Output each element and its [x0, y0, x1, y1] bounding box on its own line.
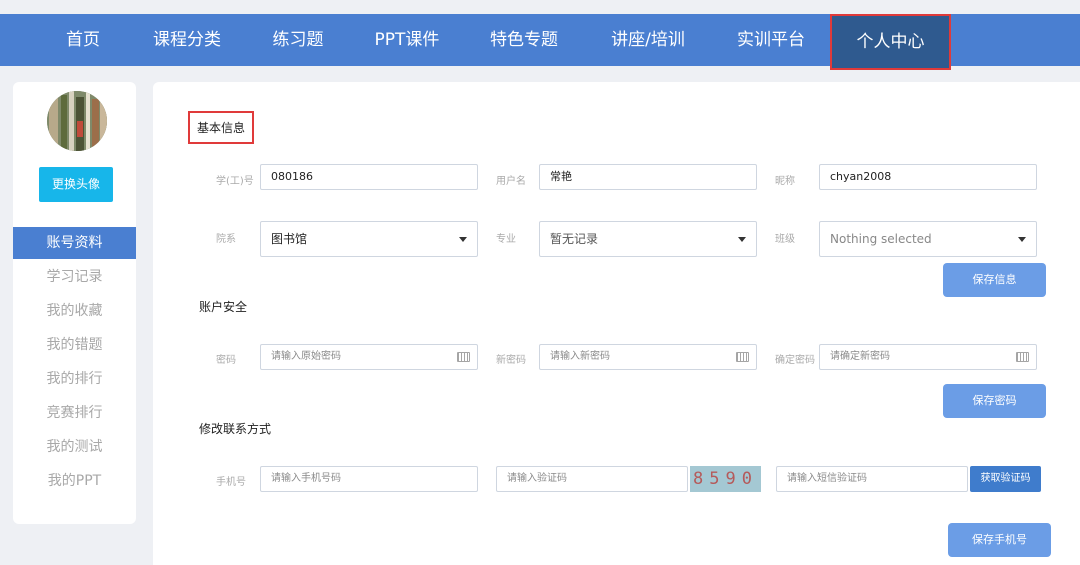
save-phone-button[interactable]: 保存手机号 [948, 523, 1051, 557]
major-select[interactable]: 暂无记录 [539, 221, 757, 257]
nav-item-lectures[interactable]: 讲座/培训 [600, 14, 696, 66]
password-placeholder: 请输入原始密码 [271, 351, 341, 362]
sidebar-item-my-ppt[interactable]: 我的PPT [13, 465, 136, 497]
sidebar-item-favorites[interactable]: 我的收藏 [13, 295, 136, 327]
section-title-basic-info: 基本信息 [188, 111, 255, 144]
confirm-password-placeholder: 请确定新密码 [830, 351, 890, 362]
chevron-down-icon [738, 237, 746, 242]
confirm-password-label: 确定密码 [775, 355, 815, 366]
keyboard-icon [457, 352, 470, 362]
nav-item-ppt[interactable]: PPT课件 [367, 14, 447, 66]
phone-label: 手机号 [216, 477, 246, 488]
section-title-security: 账户安全 [199, 300, 248, 314]
nav-item-course-categories[interactable]: 课程分类 [146, 14, 228, 66]
student-id-field[interactable]: 080186 [260, 164, 478, 190]
new-password-input[interactable]: 请输入新密码 [539, 344, 757, 370]
sms-code-input[interactable]: 请输入短信验证码 [776, 466, 968, 492]
nav-item-home[interactable]: 首页 [54, 14, 112, 66]
nav-item-special-topics[interactable]: 特色专题 [482, 14, 566, 66]
department-value: 图书馆 [271, 232, 308, 246]
class-select[interactable]: Nothing selected [819, 221, 1037, 257]
top-nav: 首页 课程分类 练习题 PPT课件 特色专题 讲座/培训 实训平台 个人中心 [0, 14, 1080, 70]
save-password-button[interactable]: 保存密码 [943, 384, 1046, 418]
sidebar-item-wrong-questions[interactable]: 我的错题 [13, 329, 136, 361]
save-info-button[interactable]: 保存信息 [943, 263, 1046, 297]
keyboard-icon [1016, 352, 1029, 362]
top-strip [0, 0, 1080, 14]
sidebar: 更换头像 账号资料 学习记录 我的收藏 我的错题 我的排行 竞赛排行 我的测试 … [13, 82, 136, 524]
confirm-password-input[interactable]: 请确定新密码 [819, 344, 1037, 370]
change-avatar-button[interactable]: 更换头像 [39, 167, 113, 202]
new-password-label: 新密码 [496, 355, 526, 366]
department-select[interactable]: 图书馆 [260, 221, 478, 257]
class-value: Nothing selected [830, 232, 932, 246]
sidebar-item-my-tests[interactable]: 我的测试 [13, 431, 136, 463]
get-code-button[interactable]: 获取验证码 [970, 466, 1041, 492]
phone-input[interactable]: 请输入手机号码 [260, 466, 478, 492]
department-label: 院系 [216, 234, 236, 245]
username-field[interactable]: 常艳 [539, 164, 757, 190]
major-label: 专业 [496, 234, 516, 245]
password-label: 密码 [216, 355, 236, 366]
chevron-down-icon [1018, 237, 1026, 242]
sidebar-item-my-ranking[interactable]: 我的排行 [13, 363, 136, 395]
sidebar-item-account[interactable]: 账号资料 [13, 227, 136, 259]
username-label: 用户名 [496, 176, 526, 187]
sidebar-item-contest-ranking[interactable]: 竞赛排行 [13, 397, 136, 429]
nav-item-training-platform[interactable]: 实训平台 [728, 14, 814, 66]
nav-item-exercises[interactable]: 练习题 [262, 14, 334, 66]
avatar [47, 91, 107, 151]
captcha-input[interactable]: 请输入验证码 [496, 466, 688, 492]
class-label: 班级 [775, 234, 795, 245]
section-title-contact: 修改联系方式 [199, 422, 272, 436]
nickname-label: 昵称 [775, 176, 795, 187]
chevron-down-icon [459, 237, 467, 242]
sidebar-item-study-records[interactable]: 学习记录 [13, 261, 136, 293]
main-panel: 基本信息 学(工)号 080186 用户名 常艳 昵称 chyan2008 院系… [153, 82, 1080, 565]
major-value: 暂无记录 [550, 232, 599, 246]
password-input[interactable]: 请输入原始密码 [260, 344, 478, 370]
new-password-placeholder: 请输入新密码 [550, 351, 610, 362]
nav-item-personal-center[interactable]: 个人中心 [830, 14, 951, 70]
keyboard-icon [736, 352, 749, 362]
student-id-label: 学(工)号 [216, 176, 254, 187]
captcha-image[interactable]: 8590 [690, 466, 761, 492]
nickname-field[interactable]: chyan2008 [819, 164, 1037, 190]
